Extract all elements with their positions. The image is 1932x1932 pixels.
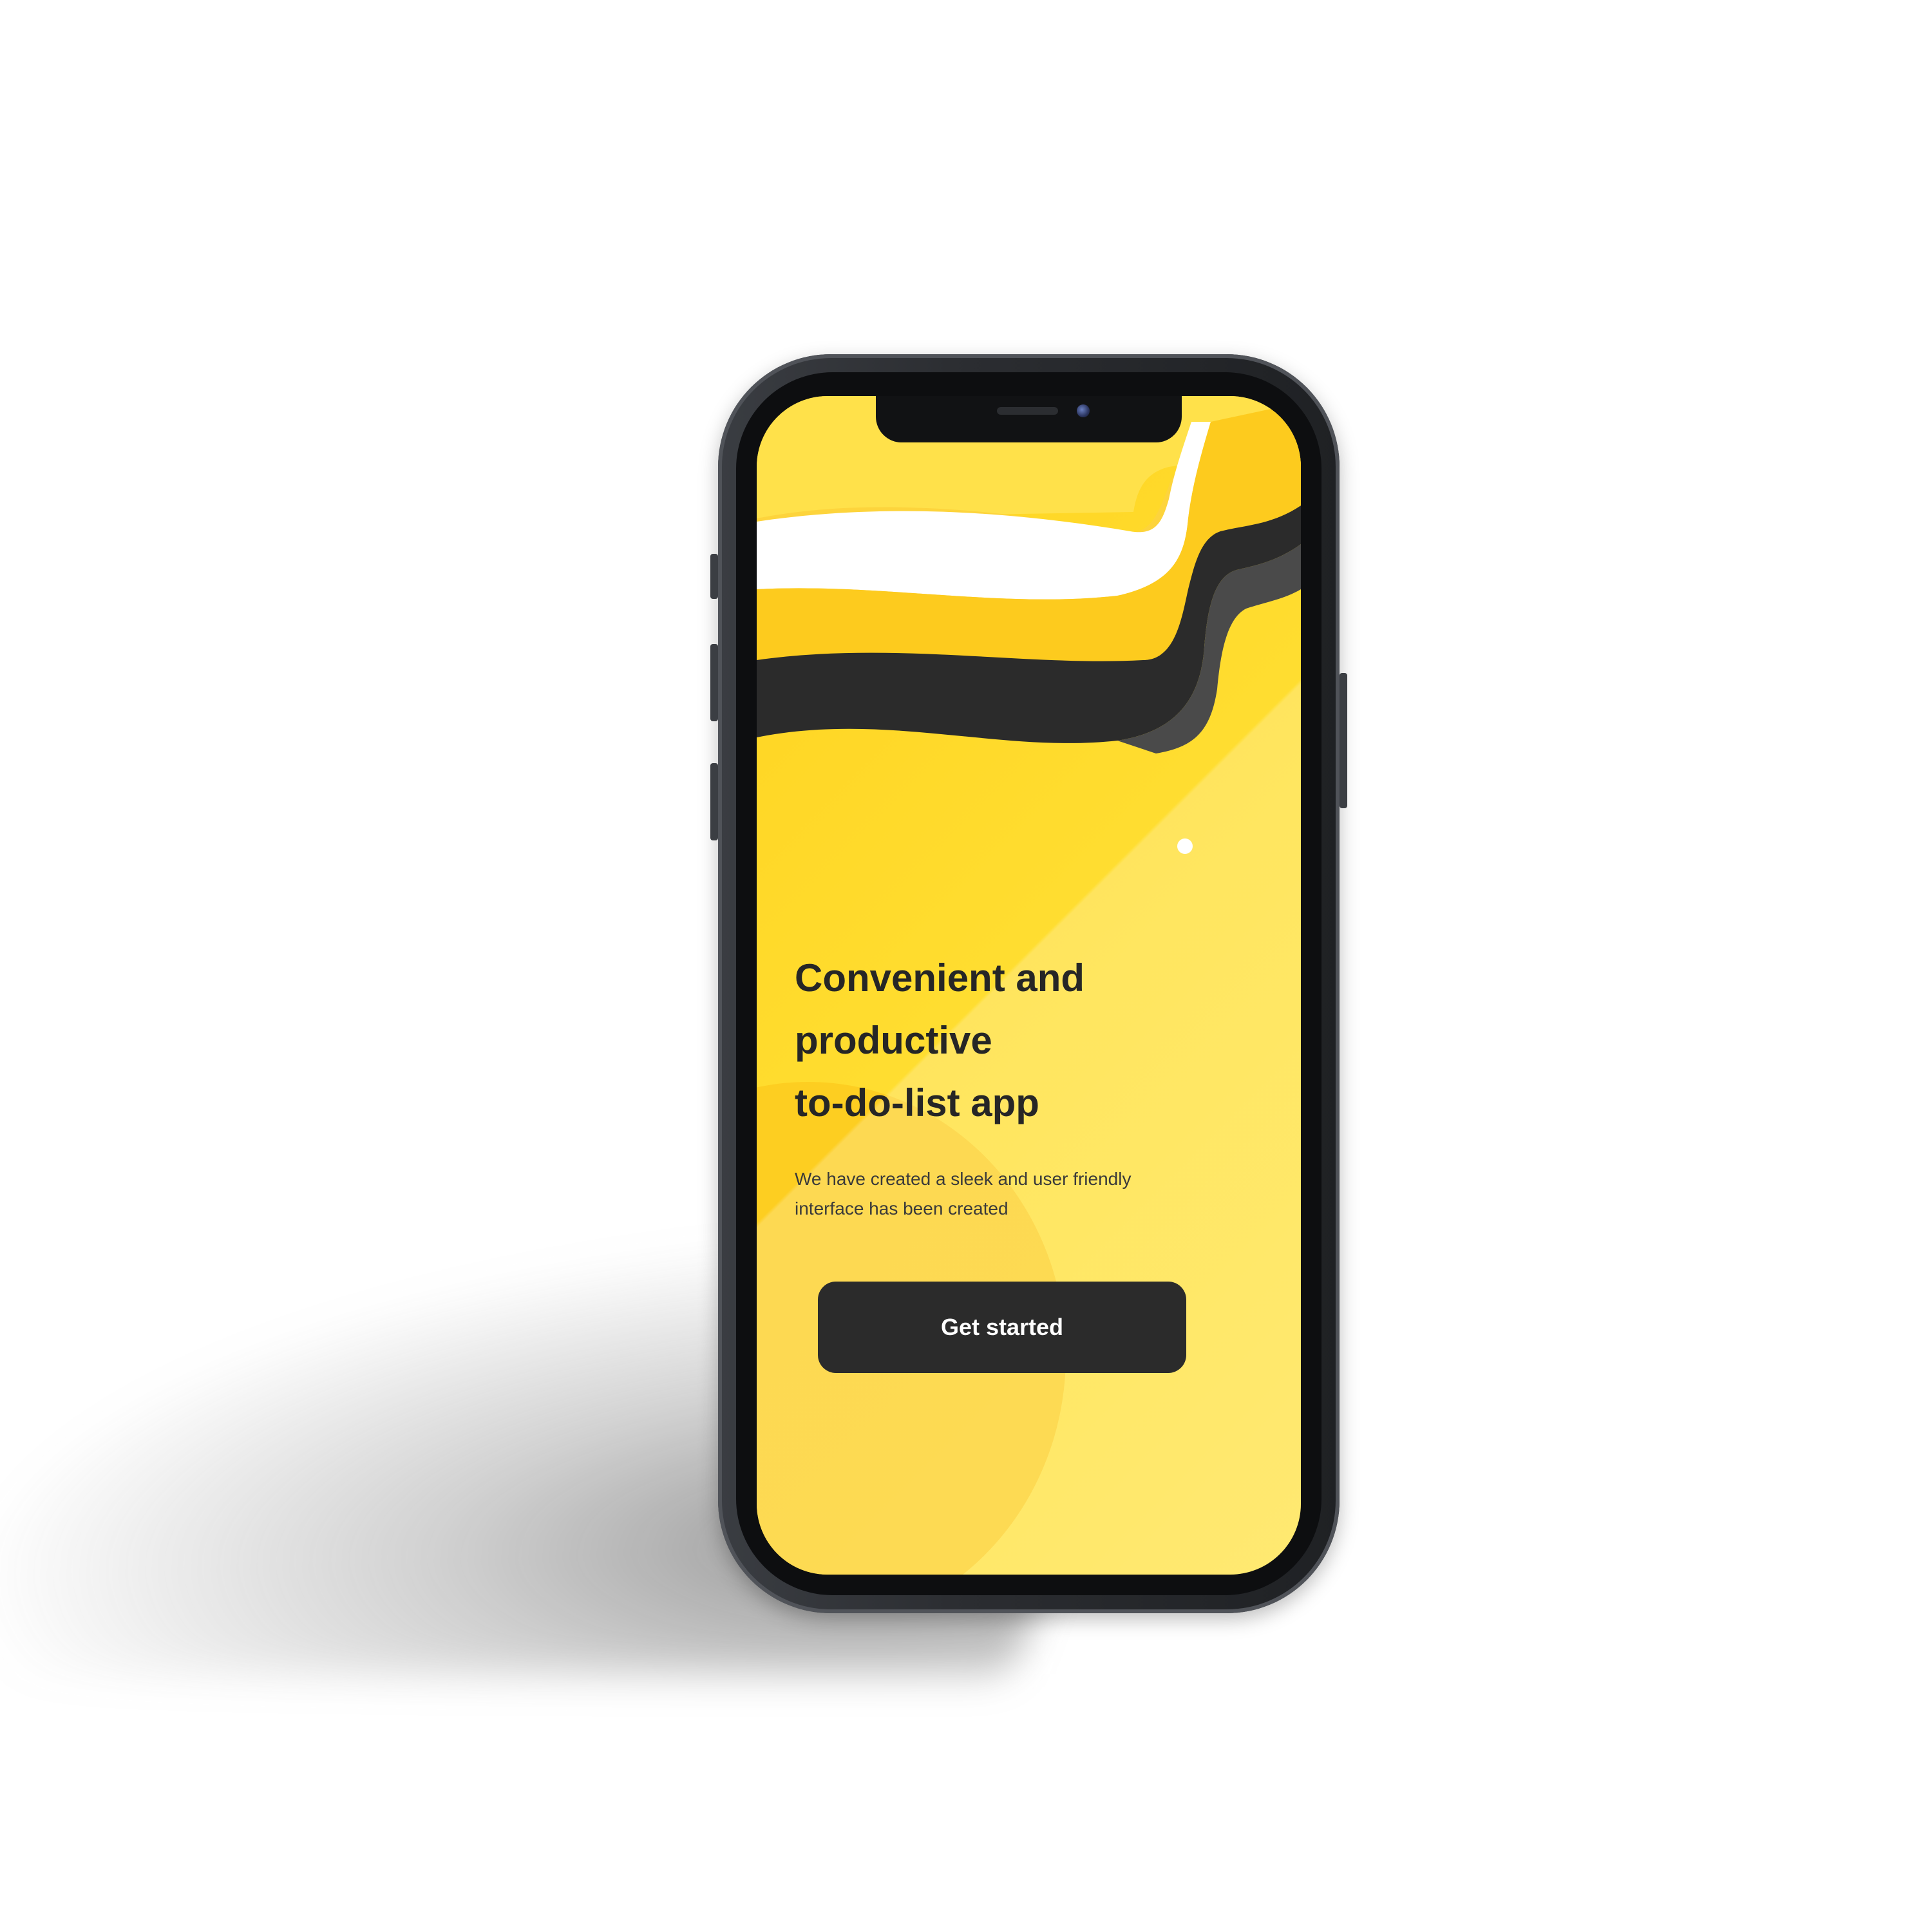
volume-up-button: [710, 644, 718, 721]
phone-notch: [876, 396, 1182, 442]
earpiece-speaker: [997, 407, 1058, 415]
onboarding-subtitle: We have created a sleek and user friendl…: [795, 1164, 1207, 1224]
volume-down-button: [710, 763, 718, 840]
power-button: [1340, 673, 1347, 808]
front-camera-icon: [1077, 404, 1090, 417]
headline-line-1: Convenient and: [795, 956, 1085, 999]
headline-line-3: to-do-list app: [795, 1081, 1039, 1124]
get-started-button[interactable]: Get started: [818, 1282, 1186, 1373]
page-indicator-dot: [1177, 838, 1193, 854]
silent-switch: [710, 554, 718, 599]
subtitle-line-2: interface has been created: [795, 1198, 1009, 1218]
subtitle-line-1: We have created a sleek and user friendl…: [795, 1169, 1132, 1189]
headline-line-2: productive: [795, 1019, 992, 1062]
onboarding-headline: Convenient and productive to-do-list app: [795, 947, 1245, 1134]
